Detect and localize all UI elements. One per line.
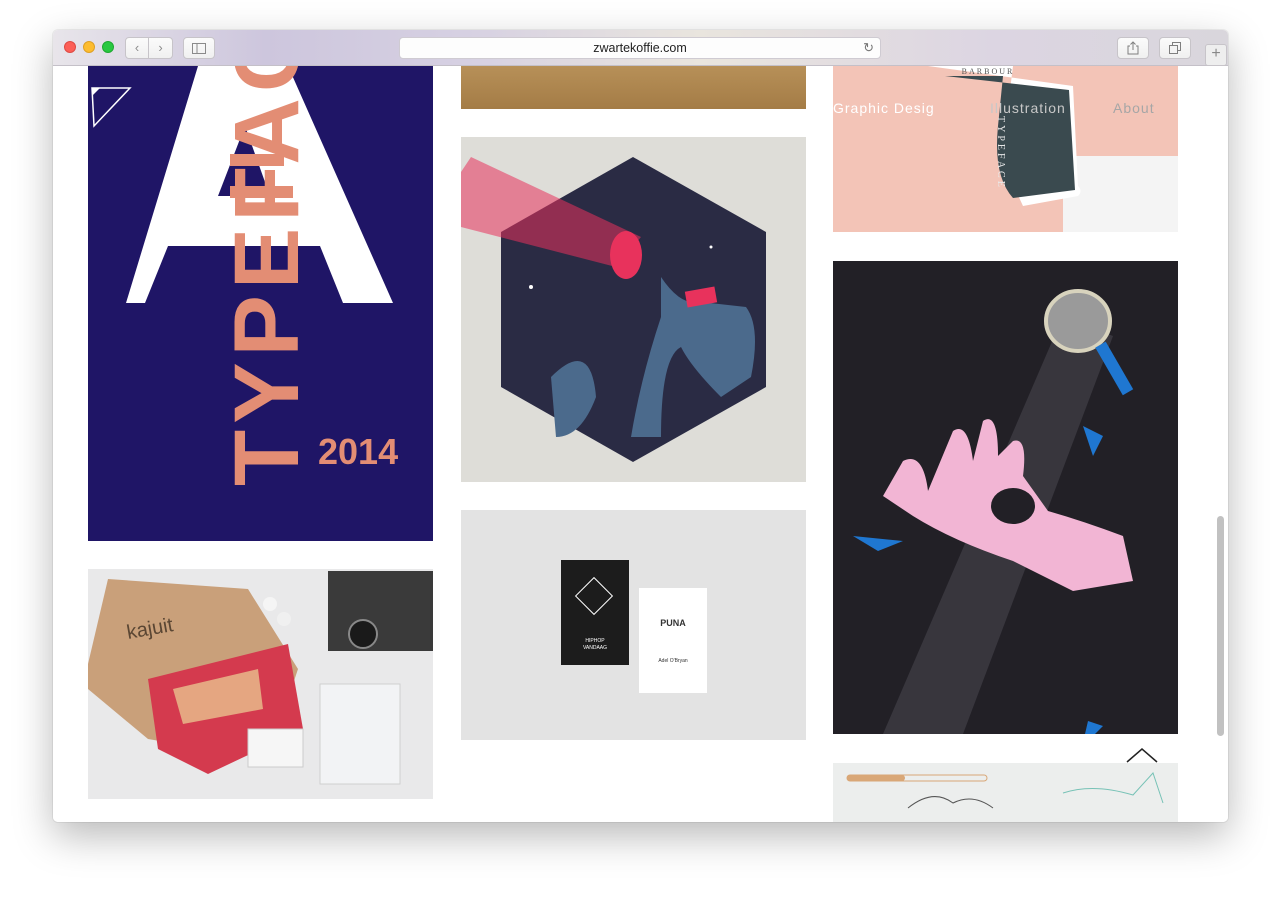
browser-toolbar: ‹ › zwartekoffie.com ↻ — [53, 30, 1228, 66]
back-button[interactable]: ‹ — [125, 37, 149, 59]
show-tabs-button[interactable] — [1159, 37, 1191, 59]
nav-graphic-design[interactable]: Graphic Desig — [833, 100, 935, 116]
business-cards-art: HIPHOP VANDAAG PUNA Adel O'Bryan — [561, 560, 707, 693]
poster-year-text: 2014 — [318, 431, 398, 472]
sidebar-icon — [192, 43, 206, 54]
scroll-to-top-icon[interactable] — [1125, 746, 1159, 766]
hexagon-illustration-tile[interactable] — [461, 137, 806, 482]
card1-line2: VANDAAG — [583, 645, 607, 651]
floor-photo-tile[interactable] — [461, 66, 806, 109]
browser-window: ‹ › zwartekoffie.com ↻ + 2014 TYPEFACE k… — [53, 30, 1228, 822]
close-window-button[interactable] — [64, 41, 76, 53]
site-logo-icon[interactable] — [90, 86, 132, 128]
site-navigation: Graphic Desig Illustration About — [833, 100, 1173, 120]
hexagon-illustration-art — [461, 157, 766, 462]
forward-button[interactable]: › — [149, 37, 173, 59]
barbour-typeface-tile[interactable]: BARBOUR TYPEFACE — [833, 66, 1178, 232]
poster-vertical-word: TYPEFACE — [216, 66, 318, 486]
scrollbar-thumb[interactable] — [1217, 516, 1224, 736]
share-button[interactable] — [1117, 37, 1149, 59]
barbour-top-text: BARBOUR — [962, 67, 1015, 76]
business-cards-tile[interactable]: HIPHOP VANDAAG PUNA Adel O'Bryan — [461, 510, 806, 740]
chevron-left-icon: ‹ — [134, 40, 140, 55]
typeface-poster-tile[interactable]: 2014 TYPEFACE — [88, 66, 433, 541]
reload-icon[interactable]: ↻ — [863, 38, 874, 58]
sketch-illustration-tile[interactable] — [833, 763, 1178, 822]
new-tab-button[interactable]: + — [1205, 44, 1227, 66]
card1-line1: HIPHOP — [585, 638, 605, 644]
nav-about[interactable]: About — [1113, 100, 1155, 116]
hand-illustration-art — [853, 289, 1134, 734]
url-text: zwartekoffie.com — [593, 41, 687, 55]
minimize-window-button[interactable] — [83, 41, 95, 53]
chevron-right-icon: › — [158, 40, 163, 55]
address-bar[interactable]: zwartekoffie.com ↻ — [399, 37, 881, 59]
sketch-illustration-art — [846, 772, 1164, 809]
share-icon — [1127, 41, 1139, 55]
kajuit-bag-art: kajuit — [88, 571, 433, 785]
card2-brand: PUNA — [660, 618, 686, 628]
barbour-side-text: TYPEFACE — [995, 116, 1006, 190]
sidebar-toggle-button[interactable] — [183, 37, 215, 59]
barbour-typeface-art: BARBOUR TYPEFACE — [928, 66, 1178, 232]
typeface-poster-art: 2014 TYPEFACE — [126, 66, 398, 486]
maximize-window-button[interactable] — [102, 41, 114, 53]
card2-name: Adel O'Bryan — [658, 658, 688, 664]
web-page: 2014 TYPEFACE kajuit HIPHOP VANDAAG PUNA… — [53, 66, 1228, 822]
tabs-icon — [1169, 42, 1181, 54]
hand-illustration-tile[interactable] — [833, 261, 1178, 734]
nav-illustration[interactable]: Illustration — [990, 100, 1066, 116]
kajuit-bag-tile[interactable]: kajuit — [88, 569, 433, 799]
